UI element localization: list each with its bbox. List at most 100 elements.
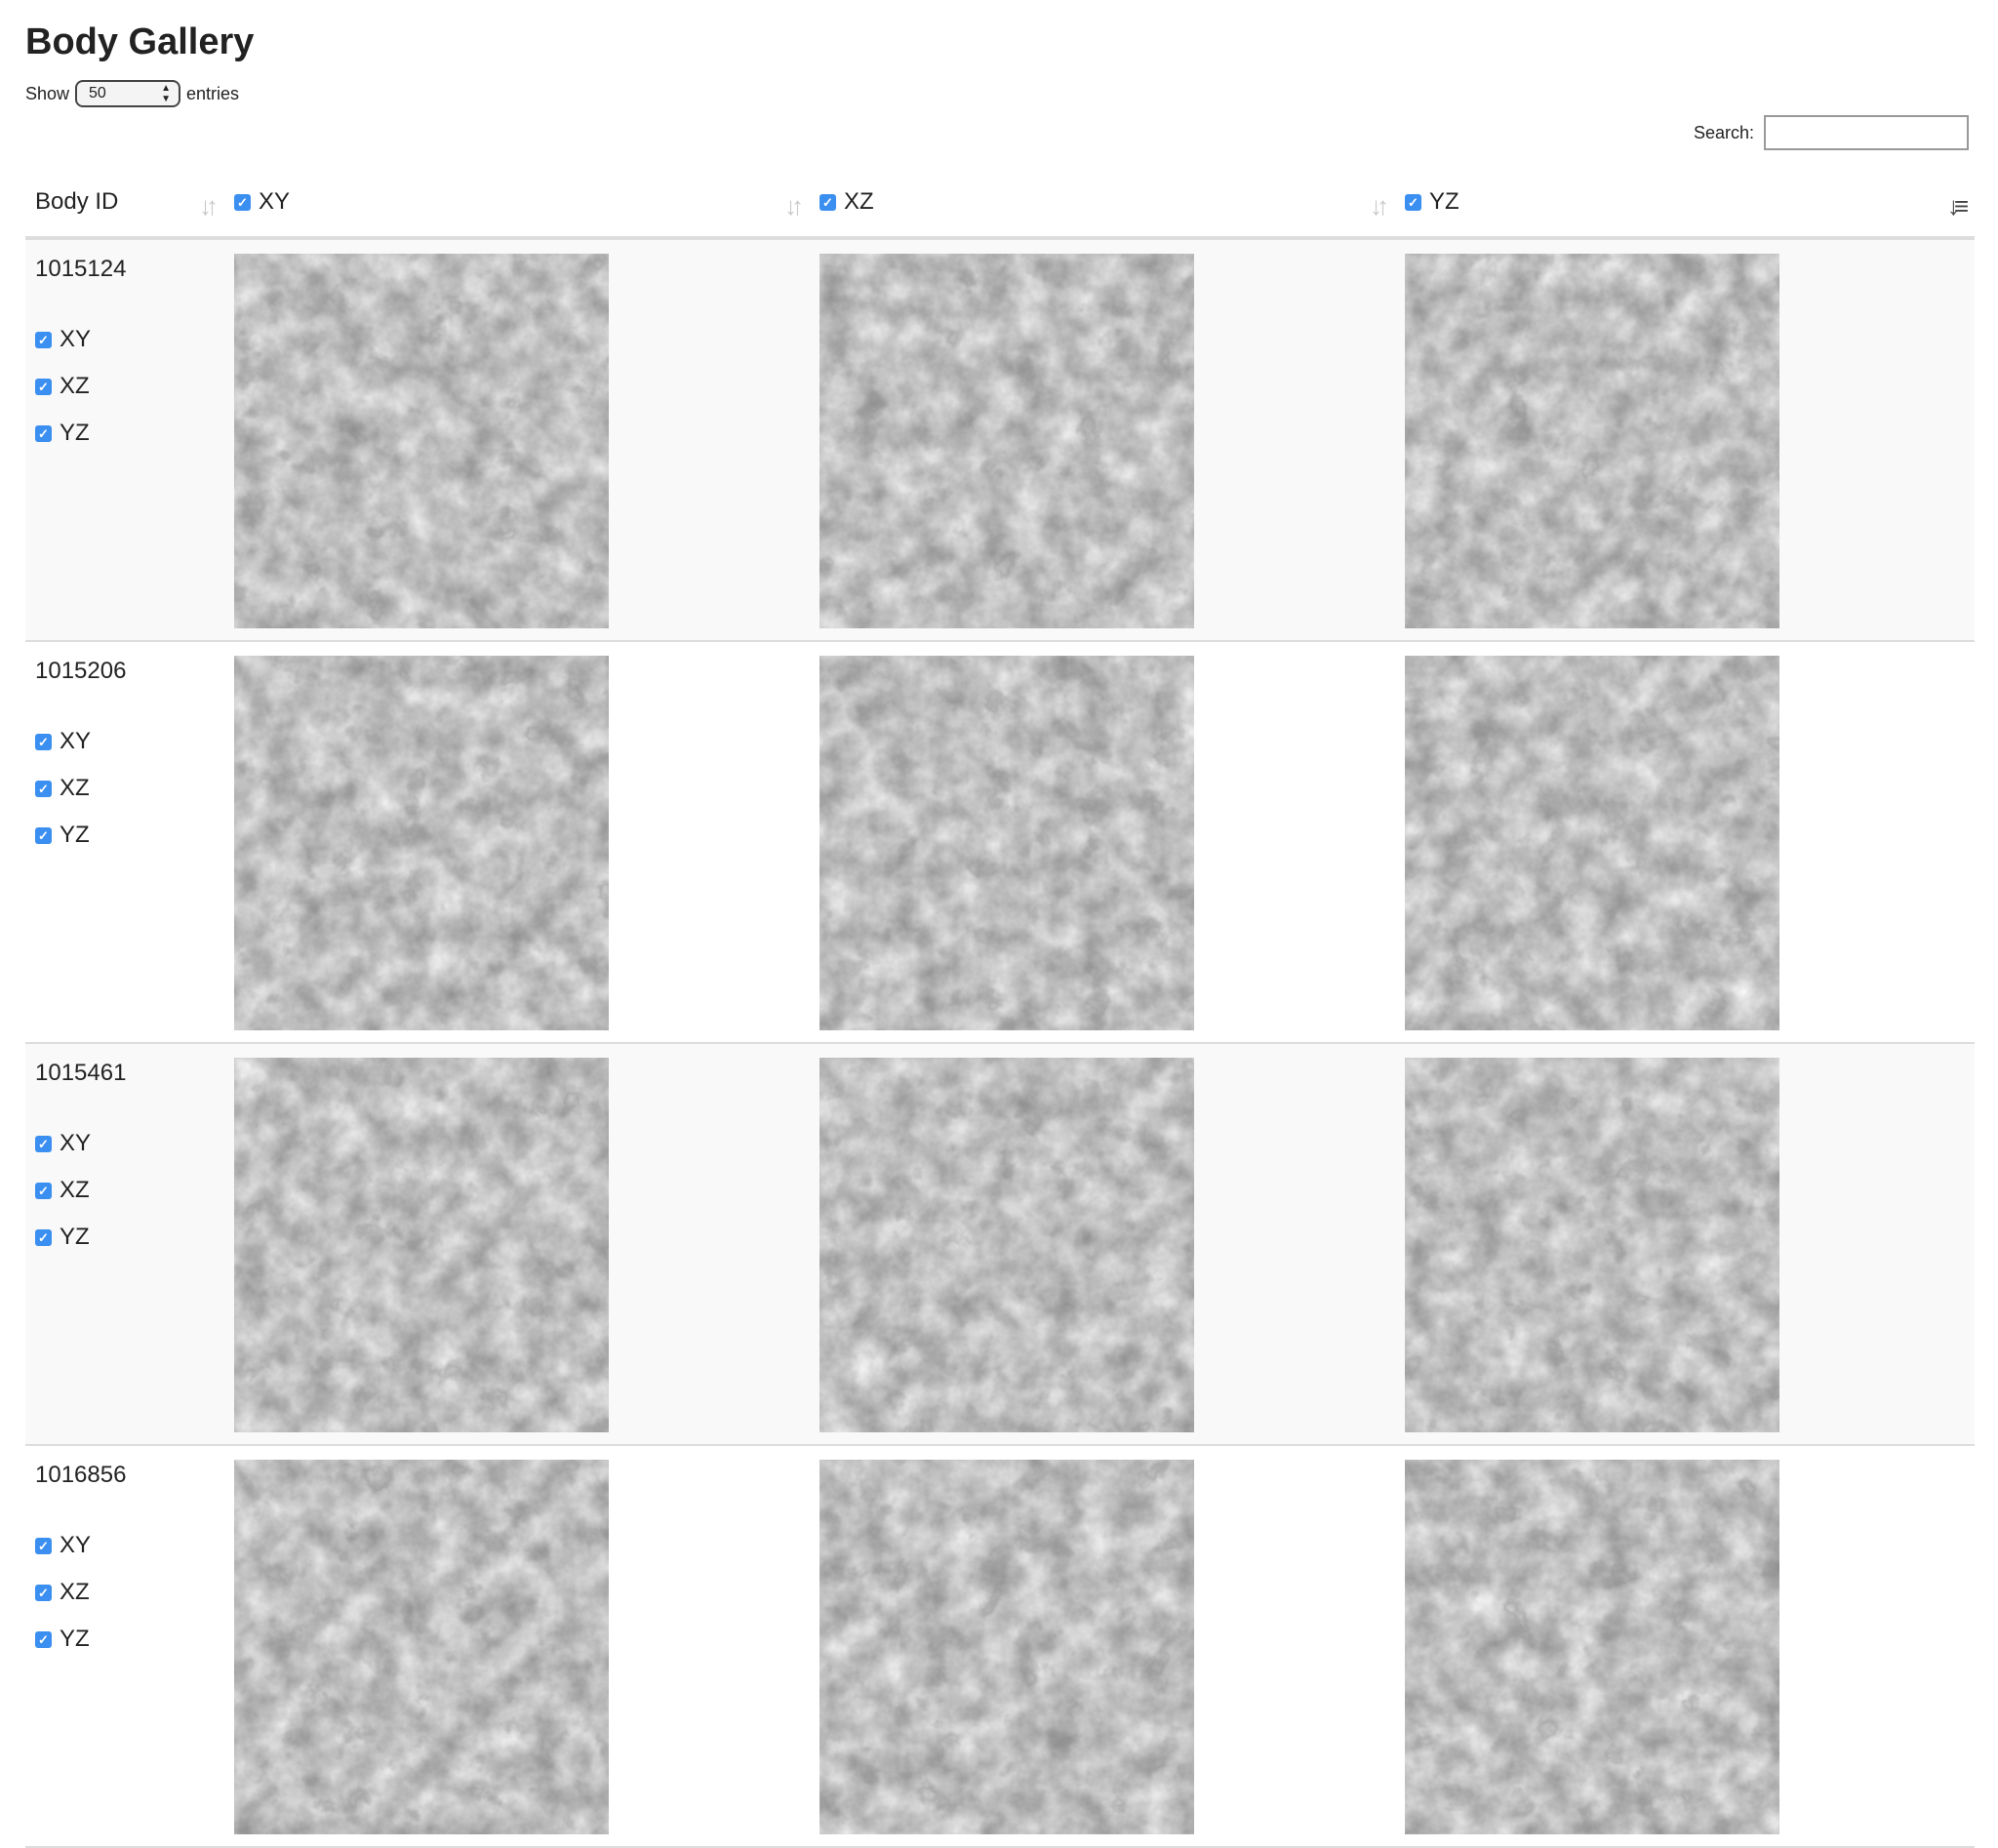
view-toggle-label: XZ	[60, 1579, 90, 1605]
gallery-table: Body ID ↓↑ ✓ XY ↓↑ ✓ XZ ↓↑ ✓ YZ ↓≡ 10151…	[25, 168, 1975, 1848]
search-label: Search:	[1694, 122, 1755, 142]
column-header-xy[interactable]: ✓ XY ↓↑	[224, 168, 810, 240]
xz-image-cell	[810, 1445, 1395, 1847]
view-toggle-list: ✓ XY ✓ XZ ✓ YZ	[35, 718, 215, 859]
view-toggle-xy[interactable]: ✓ XY	[35, 718, 215, 765]
column-label: YZ	[1429, 188, 1459, 215]
checkbox-checked-icon[interactable]: ✓	[35, 378, 52, 395]
em-slice-image-xz[interactable]	[819, 656, 1194, 1030]
em-slice-image-xy[interactable]	[234, 1058, 609, 1432]
checkbox-checked-icon[interactable]: ✓	[35, 1584, 52, 1601]
entries-per-page-select[interactable]: 50 ▲ ▼	[75, 80, 181, 107]
entries-label: entries	[186, 83, 240, 103]
xy-image-cell	[224, 641, 810, 1043]
xy-image-cell	[224, 1445, 810, 1847]
view-toggle-xz[interactable]: ✓ XZ	[35, 765, 215, 812]
column-label: XY	[259, 188, 291, 215]
checkbox-checked-icon[interactable]: ✓	[35, 780, 52, 797]
sort-both-icon[interactable]: ↓↑	[199, 191, 219, 221]
xz-image-cell	[810, 238, 1395, 641]
em-slice-image-yz[interactable]	[1405, 1058, 1779, 1432]
checkbox-checked-icon[interactable]: ✓	[35, 826, 52, 844]
column-label: Body ID	[35, 188, 119, 215]
sort-both-icon[interactable]: ↓↑	[784, 191, 804, 221]
em-slice-image-xz[interactable]	[819, 1058, 1194, 1432]
view-toggle-xy[interactable]: ✓ XY	[35, 1522, 215, 1569]
view-toggle-yz[interactable]: ✓ YZ	[35, 812, 215, 859]
checkbox-checked-icon[interactable]: ✓	[1405, 193, 1421, 211]
header-row: Body ID ↓↑ ✓ XY ↓↑ ✓ XZ ↓↑ ✓ YZ ↓≡	[25, 168, 1975, 240]
view-toggle-label: XZ	[60, 775, 90, 801]
em-slice-image-yz[interactable]	[1405, 656, 1779, 1030]
em-slice-image-xy[interactable]	[234, 1460, 609, 1834]
gallery-body: 1015124 ✓ XY ✓ XZ ✓ YZ 1015206 ✓ XY ✓ XZ ✓ YZ 1015461 ✓…	[25, 238, 1975, 1847]
checkbox-checked-icon[interactable]: ✓	[35, 1228, 52, 1246]
body-id-cell: 1015124 ✓ XY ✓ XZ ✓ YZ	[25, 238, 224, 641]
body-id-cell: 1016856 ✓ XY ✓ XZ ✓ YZ	[25, 1445, 224, 1847]
table-row: 1016856 ✓ XY ✓ XZ ✓ YZ	[25, 1445, 1975, 1847]
view-toggle-yz[interactable]: ✓ YZ	[35, 1214, 215, 1261]
page-title: Body Gallery	[25, 21, 255, 62]
view-toggle-yz[interactable]: ✓ YZ	[35, 410, 215, 457]
checkbox-checked-icon[interactable]: ✓	[819, 193, 836, 211]
checkbox-checked-icon[interactable]: ✓	[35, 1630, 52, 1648]
view-toggle-list: ✓ XY ✓ XZ ✓ YZ	[35, 1522, 215, 1663]
em-slice-image-xz[interactable]	[819, 254, 1194, 628]
checkbox-checked-icon[interactable]: ✓	[35, 331, 52, 348]
view-toggle-xz[interactable]: ✓ XZ	[35, 363, 215, 410]
xy-image-cell	[224, 238, 810, 641]
table-row: 1015124 ✓ XY ✓ XZ ✓ YZ	[25, 238, 1975, 641]
xy-image-cell	[224, 1043, 810, 1445]
checkbox-checked-icon[interactable]: ✓	[35, 1135, 52, 1152]
checkbox-checked-icon[interactable]: ✓	[234, 193, 251, 211]
body-id: 1016856	[35, 1462, 127, 1488]
show-label: Show	[25, 83, 70, 103]
yz-image-cell	[1395, 1043, 1975, 1445]
body-id: 1015124	[35, 256, 127, 282]
entries-per-page-value: 50	[89, 85, 106, 101]
view-toggle-label: YZ	[60, 822, 90, 848]
sort-both-icon[interactable]: ↓↑	[1370, 191, 1389, 221]
em-slice-image-xz[interactable]	[819, 1460, 1194, 1834]
view-toggle-label: XY	[60, 1130, 92, 1156]
view-toggle-xy[interactable]: ✓ XY	[35, 316, 215, 363]
checkbox-checked-icon[interactable]: ✓	[35, 1182, 52, 1199]
em-slice-image-xy[interactable]	[234, 656, 609, 1030]
view-toggle-label: YZ	[60, 1224, 90, 1250]
body-id-cell: 1015206 ✓ XY ✓ XZ ✓ YZ	[25, 641, 224, 1043]
em-slice-image-xy[interactable]	[234, 254, 609, 628]
view-toggle-yz[interactable]: ✓ YZ	[35, 1616, 215, 1663]
view-toggle-label: XZ	[60, 1177, 90, 1203]
view-toggle-label: XY	[60, 1532, 92, 1558]
body-id: 1015461	[35, 1060, 127, 1086]
view-toggle-xz[interactable]: ✓ XZ	[35, 1167, 215, 1214]
view-toggle-label: XZ	[60, 373, 90, 399]
em-slice-image-yz[interactable]	[1405, 254, 1779, 628]
search-input[interactable]	[1764, 115, 1970, 150]
column-header-xz[interactable]: ✓ XZ ↓↑	[810, 168, 1395, 240]
view-toggle-label: XY	[60, 728, 92, 754]
sort-desc-icon[interactable]: ↓≡	[1947, 191, 1969, 221]
table-row: 1015461 ✓ XY ✓ XZ ✓ YZ	[25, 1043, 1975, 1445]
xz-image-cell	[810, 641, 1395, 1043]
view-toggle-label: XY	[60, 326, 92, 352]
body-id: 1015206	[35, 658, 127, 684]
yz-image-cell	[1395, 1445, 1975, 1847]
column-label: XZ	[844, 188, 874, 215]
yz-image-cell	[1395, 641, 1975, 1043]
view-toggle-xz[interactable]: ✓ XZ	[35, 1569, 215, 1616]
checkbox-checked-icon[interactable]: ✓	[35, 733, 52, 750]
view-toggle-label: YZ	[60, 420, 90, 446]
body-id-cell: 1015461 ✓ XY ✓ XZ ✓ YZ	[25, 1043, 224, 1445]
checkbox-checked-icon[interactable]: ✓	[35, 424, 52, 442]
view-toggle-list: ✓ XY ✓ XZ ✓ YZ	[35, 316, 215, 457]
column-header-yz[interactable]: ✓ YZ ↓≡	[1395, 168, 1975, 240]
column-header-body-id[interactable]: Body ID ↓↑	[25, 168, 224, 240]
yz-image-cell	[1395, 238, 1975, 641]
checkbox-checked-icon[interactable]: ✓	[35, 1537, 52, 1554]
table-row: 1015206 ✓ XY ✓ XZ ✓ YZ	[25, 641, 1975, 1043]
view-toggle-xy[interactable]: ✓ XY	[35, 1120, 215, 1167]
em-slice-image-yz[interactable]	[1405, 1460, 1779, 1834]
entries-length-control: Show 50 ▲ ▼ entries	[25, 80, 239, 107]
view-toggle-list: ✓ XY ✓ XZ ✓ YZ	[35, 1120, 215, 1261]
